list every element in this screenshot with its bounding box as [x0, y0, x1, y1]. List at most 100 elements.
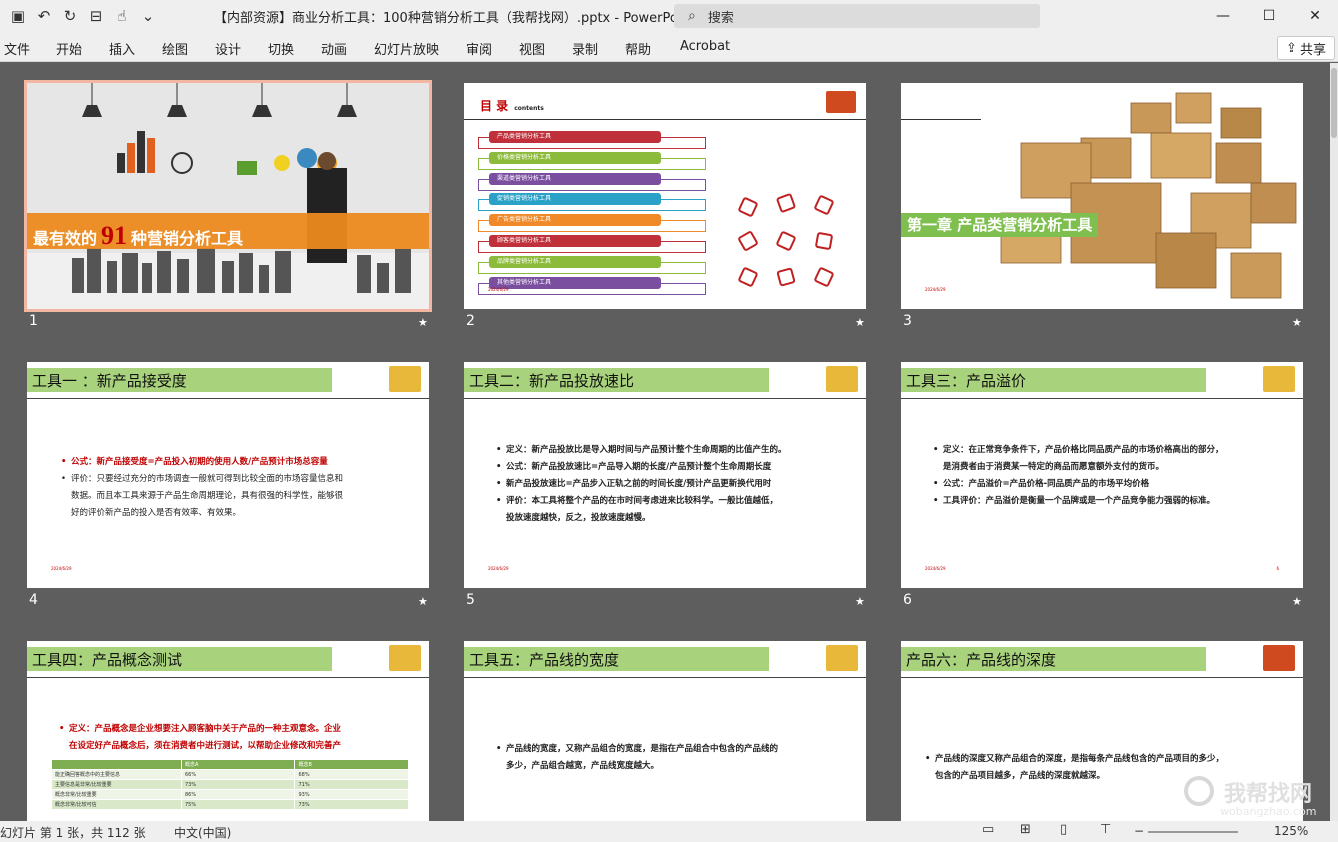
table-row: 概念非常/比较重要 86% 93%: [51, 789, 409, 800]
tool-icon: [737, 196, 759, 218]
undo-icon[interactable]: ↶: [32, 4, 56, 28]
slide-thumbnail-3[interactable]: 第一章 产品类营销分析工具 2024/6/29: [901, 83, 1303, 309]
bullet-line: 数据。而且本工具来源于产品生命周期理论，具有很强的科学性，能够很: [71, 491, 344, 501]
minimize-button[interactable]: —: [1200, 0, 1246, 32]
more-icon[interactable]: ⌄: [136, 4, 160, 28]
slide1-title: 最有效的 91 种营销分析工具: [33, 221, 243, 251]
slide-date: 2024/6/29: [488, 287, 509, 292]
bullet-line: 评价：只要经过充分的市场调查一般就可得到比较全面的市场容量信息和: [71, 474, 344, 484]
toc-row: 促销类营销分析工具: [478, 193, 706, 212]
tab-transitions[interactable]: 切换: [268, 39, 294, 58]
tool-icon: [737, 266, 759, 288]
language-indicator[interactable]: 中文(中国): [174, 824, 231, 841]
slide-thumbnail-8[interactable]: 工具五：产品线的宽度 产品线的宽度，又称产品组合的宽度，是指在产品组合中包含的产…: [464, 641, 866, 821]
slide-thumbnail-1[interactable]: 最有效的 91 种营销分析工具: [24, 80, 432, 312]
table-cell: 概念非常/比较重要: [51, 789, 182, 800]
redo-icon[interactable]: ↻: [58, 4, 82, 28]
share-button[interactable]: ⇪ 共享: [1277, 36, 1335, 60]
table-cell: 概念A: [180, 759, 296, 770]
slide-thumbnail-6[interactable]: 工具三：产品溢价 定义：在正常竞争条件下，产品价格比同品质产品的市场价格高出的部…: [901, 362, 1303, 588]
slide2-heading: 目 录 contents: [480, 97, 544, 114]
zoom-slider[interactable]: [1148, 831, 1238, 833]
slide-number-4: 4: [29, 592, 38, 608]
present-icon[interactable]: ⊟: [84, 4, 108, 28]
slide-divider: [901, 677, 1303, 678]
slide-number-1: 1: [29, 313, 38, 329]
toc-item: 渠道类营销分析工具: [489, 172, 661, 185]
scrollbar-thumb[interactable]: [1331, 68, 1337, 138]
bullet: 公式：新产品接受度=产品投入初期的使用人数/产品预计市场总容量: [59, 454, 419, 471]
watermark-text-cn: 我帮找网: [1224, 782, 1313, 807]
slide-divider: [901, 398, 1303, 399]
slide-date: 2024/6/29: [488, 566, 509, 571]
save-icon[interactable]: ▣: [6, 4, 30, 28]
tab-file[interactable]: 文件: [4, 39, 30, 58]
slide1-title-pre: 最有效的: [33, 229, 98, 248]
toc-item: 产品类营销分析工具: [489, 131, 661, 143]
tab-view[interactable]: 视图: [519, 39, 545, 58]
toolbox-icon: [389, 366, 421, 392]
tab-home[interactable]: 开始: [56, 39, 82, 58]
tab-review[interactable]: 审阅: [466, 39, 492, 58]
ribbon-tabs: 文件 开始 插入 绘图 设计 切换 动画 幻灯片放映 审阅 视图 录制 帮助 A…: [0, 32, 1338, 62]
table-cell: 93%: [294, 789, 409, 800]
slide-title: 工具五：产品线的宽度: [464, 647, 769, 671]
slide-divider: [27, 398, 429, 399]
tab-record[interactable]: 录制: [572, 39, 598, 58]
slide-number-2: 2: [466, 313, 475, 329]
bullet-line: 投放速度越快，反之，投放速度越慢。: [506, 513, 651, 523]
tool-icon: [813, 194, 835, 216]
slide-sorter-icon[interactable]: ⊞: [1020, 822, 1031, 837]
table-cell: 71%: [294, 779, 409, 790]
toolbox-icon: [389, 645, 421, 671]
slide-thumbnail-5[interactable]: 工具二：新产品投放速比 定义：新产品投放比是导入期时间与产品预计整个生命周期的比…: [464, 362, 866, 588]
toc-row: 广告类营销分析工具: [478, 214, 706, 233]
tab-acrobat[interactable]: Acrobat: [680, 39, 730, 54]
slide-title: 工具一 ：新产品接受度: [27, 368, 332, 392]
reading-view-icon[interactable]: ▯: [1060, 822, 1067, 837]
bullet: 新产品投放速比=产品步入正轨之前的时间长度/预计产品更新换代用时: [494, 476, 859, 493]
toolbox-icon: [1263, 366, 1295, 392]
watermark: 我帮找网 wobangzhao.com: [1180, 772, 1330, 820]
search-box[interactable]: ⌕ 搜索: [674, 4, 1040, 28]
zoom-out-icon[interactable]: −: [1134, 824, 1144, 838]
zoom-level[interactable]: 125%: [1274, 824, 1308, 838]
close-button[interactable]: ✕: [1292, 0, 1338, 32]
tab-slideshow[interactable]: 幻灯片放映: [374, 39, 439, 58]
slide-thumbnail-2[interactable]: 目 录 contents 产品类营销分析工具 价格类营销分析工具 渠道类营销分析工具…: [464, 83, 866, 309]
bullet: 评价：本工具将整个产品的在市时间考虑进来比较科学。一般比值越低， 投放速度越快，反…: [494, 493, 859, 527]
tab-insert[interactable]: 插入: [109, 39, 135, 58]
bullet-line: 多少，产品组合越宽，产品线宽度越大。: [506, 761, 660, 771]
document-title: 【内部资源】商业分析工具：100种营销分析工具（我帮找网）.pptx - Pow…: [214, 11, 695, 26]
toolbox-icon: [826, 91, 856, 113]
slide-page-number: 6: [1276, 566, 1279, 571]
toc-item: 顾客类营销分析工具: [489, 235, 661, 247]
tool-icon: [776, 267, 796, 287]
tab-animations[interactable]: 动画: [321, 39, 347, 58]
chapter-title: 第一章 产品类营销分析工具: [901, 213, 1099, 237]
normal-view-icon[interactable]: ▭: [982, 822, 994, 837]
slideshow-icon[interactable]: ⊤: [1100, 822, 1111, 837]
slide1-illustration: [27, 83, 429, 309]
toc-row: 顾客类营销分析工具: [478, 235, 706, 253]
table-cell: 73%: [294, 799, 409, 810]
search-icon: ⌕: [688, 8, 696, 24]
tool-icon: [775, 192, 797, 214]
touch-icon[interactable]: ☝: [110, 4, 134, 28]
tab-draw[interactable]: 绘图: [162, 39, 188, 58]
animation-star-icon: ★: [418, 316, 428, 329]
tab-help[interactable]: 帮助: [625, 39, 651, 58]
bullet-line: 定义：产品概念是企业想要注入顾客脑中关于产品的一种主观意念。企业: [69, 724, 342, 734]
bullet: 定义：在正常竞争条件下，产品价格比同品质产品的市场价格高出的部分， 是消费者由于消…: [931, 442, 1296, 476]
table-cell: 概念B: [294, 759, 409, 770]
table-cell: 68%: [294, 769, 409, 780]
toc-item: 其他类营销分析工具: [489, 276, 661, 289]
watermark-magnifier-icon: [1184, 776, 1214, 806]
slide-thumbnail-7[interactable]: 工具四：产品概念测试 定义：产品概念是企业想要注入顾客脑中关于产品的一种主观意念…: [27, 641, 429, 821]
slide-thumbnail-4[interactable]: 工具一 ：新产品接受度 公式：新产品接受度=产品投入初期的使用人数/产品预计市场…: [27, 362, 429, 588]
vertical-scrollbar[interactable]: [1330, 63, 1338, 821]
tab-design[interactable]: 设计: [215, 39, 241, 58]
maximize-button[interactable]: ☐: [1246, 0, 1292, 32]
table-cell: 75%: [180, 799, 296, 810]
bullet: 定义：新产品投放比是导入期时间与产品预计整个生命周期的比值产生的。: [494, 442, 859, 459]
